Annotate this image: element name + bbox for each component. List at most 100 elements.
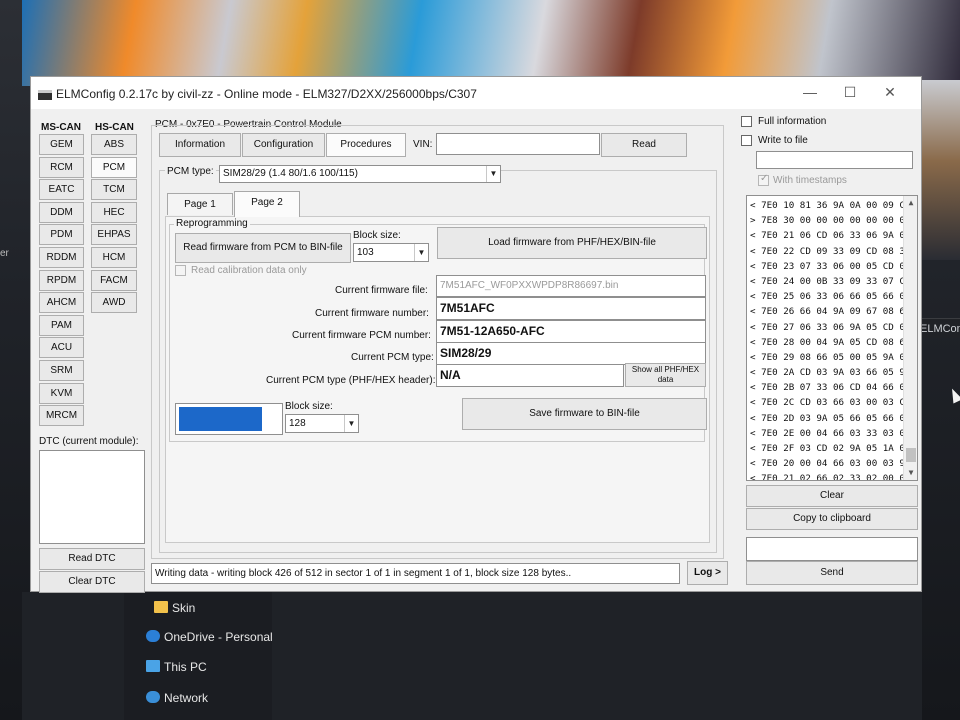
read-calibration-checkbox[interactable] [175, 265, 186, 276]
with-timestamps-checkbox[interactable]: ✓ [758, 173, 769, 186]
full-information-checkbox[interactable] [741, 116, 752, 127]
module-button-facm[interactable]: FACM [91, 269, 137, 291]
with-timestamps-label: With timestamps [773, 175, 847, 186]
module-button-srm[interactable]: SRM [39, 360, 84, 381]
module-button-rcm[interactable]: RCM [39, 156, 84, 178]
module-button-hec[interactable]: HEC [91, 201, 137, 223]
scroll-down-icon[interactable]: ▼ [904, 466, 917, 480]
current-pcm-type-label: Current PCM type: [351, 352, 434, 363]
save-firmware-button[interactable]: Save firmware to BIN-file [462, 398, 707, 430]
current-pcm-type-field: SIM28/29 [436, 342, 706, 365]
log-line: < 7E0 20 00 04 66 03 00 03 9A [750, 458, 911, 470]
send-button[interactable]: Send [746, 561, 918, 585]
vin-input[interactable] [436, 133, 600, 155]
log-line: < 7E0 23 07 33 06 00 05 CD 04 [750, 260, 911, 272]
module-button-pam[interactable]: PAM [39, 314, 84, 336]
explorer-item-skin[interactable]: Skin [154, 599, 195, 617]
tab-configuration[interactable]: Configuration [242, 133, 325, 157]
chevron-down-icon: ▼ [344, 415, 358, 432]
block-size-select[interactable]: 103 ▼ [353, 243, 429, 262]
module-button-awd[interactable]: AWD [91, 292, 137, 314]
module-button-gem[interactable]: GEM [39, 134, 84, 155]
log-toggle-button[interactable]: Log > [687, 561, 728, 585]
elmconfig-window: ELMConfig 0.2.17c by civil-zz - Online m… [30, 76, 922, 593]
read-firmware-button[interactable]: Read firmware from PCM to BIN-file [175, 233, 351, 263]
block-size2-select[interactable]: 128 ▼ [285, 414, 359, 433]
log-line: < 7E0 2E 00 04 66 03 33 03 00 [750, 427, 911, 439]
write-progress-bar [175, 403, 283, 435]
log-line: < 7E0 27 06 33 06 9A 05 CD 04 [750, 321, 911, 333]
block-size-label: Block size: [353, 230, 401, 241]
module-button-abs[interactable]: ABS [91, 134, 137, 155]
read-vin-button[interactable]: Read [601, 133, 687, 157]
module-button-rpdm[interactable]: RPDM [39, 269, 84, 291]
clear-log-button[interactable]: Clear [746, 485, 918, 507]
write-to-file-label: Write to file [758, 135, 808, 146]
explorer-item-network[interactable]: Network [146, 689, 208, 707]
module-button-tcm[interactable]: TCM [91, 179, 137, 201]
current-firmware-file-label: Current firmware file: [335, 285, 428, 296]
ms-can-header: MS-CAN [41, 122, 81, 133]
app-icon [38, 90, 52, 100]
folder-icon [154, 601, 168, 613]
read-dtc-button[interactable]: Read DTC [39, 548, 145, 570]
module-button-hcm[interactable]: HCM [91, 247, 137, 268]
explorer-item-onedrive[interactable]: OneDrive - Personal [146, 628, 273, 646]
log-line: < 7E0 22 CD 09 33 09 CD 08 33 [750, 245, 911, 257]
block-size2-label: Block size: [285, 401, 333, 412]
vin-label: VIN: [413, 139, 433, 150]
log-line: < 7E0 24 00 0B 33 09 33 07 CD [750, 275, 911, 287]
module-button-mrcm[interactable]: MRCM [39, 405, 84, 427]
network-icon [146, 691, 160, 703]
clear-dtc-button[interactable]: Clear DTC [39, 571, 145, 593]
module-button-ehpas[interactable]: EHPAS [91, 224, 137, 246]
module-button-acu[interactable]: ACU [39, 337, 84, 359]
module-button-ahcm[interactable]: AHCM [39, 292, 84, 314]
log-line: < 7E0 21 02 66 02 33 02 00 00 [750, 473, 911, 481]
log-file-path-input[interactable] [756, 151, 913, 169]
minimize-button[interactable]: — [793, 81, 827, 103]
full-information-label: Full information [758, 116, 827, 127]
module-button-pcm[interactable]: PCM [91, 156, 137, 178]
maximize-button[interactable]: ☐ [833, 81, 867, 103]
close-button[interactable]: ✕ [873, 81, 907, 103]
module-button-pdm[interactable]: PDM [39, 224, 84, 246]
tab-page-2[interactable]: Page 2 [234, 191, 300, 217]
status-text: Writing data - writing block 426 of 512 … [151, 563, 680, 584]
write-to-file-checkbox[interactable] [741, 135, 752, 146]
log-line: < 7E0 10 81 36 9A 0A 00 09 CD [750, 200, 911, 211]
copy-to-clipboard-button[interactable]: Copy to clipboard [746, 508, 918, 530]
scroll-thumb[interactable] [906, 448, 916, 462]
scroll-up-icon[interactable]: ▲ [904, 196, 917, 210]
title-bar[interactable]: ELMConfig 0.2.17c by civil-zz - Online m… [31, 77, 921, 109]
explorer-nav-pane: Skin OneDrive - Personal This PC Network [124, 592, 273, 720]
show-all-phf-hex-button[interactable]: Show all PHF/HEX data [625, 363, 706, 387]
tab-procedures[interactable]: Procedures [326, 133, 406, 157]
log-line: < 7E0 2F 03 CD 02 9A 05 1A 05 [750, 443, 911, 454]
dtc-list[interactable] [39, 450, 145, 544]
chevron-down-icon: ▼ [414, 244, 428, 261]
log-line: < 7E0 26 66 04 9A 09 67 08 67 [750, 306, 911, 318]
log-line: < 7E0 2B 07 33 06 CD 04 66 04 [750, 382, 911, 394]
module-button-kvm[interactable]: KVM [39, 382, 84, 404]
current-firmware-pcm-number-label: Current firmware PCM number: [292, 330, 431, 341]
module-button-eatc[interactable]: EATC [39, 179, 84, 201]
chevron-down-icon: ▼ [486, 166, 500, 182]
explorer-item-this-pc[interactable]: This PC [146, 658, 207, 676]
current-pcm-type-header-label: Current PCM type (PHF/HEX header): [266, 375, 436, 386]
send-command-input[interactable] [746, 537, 918, 561]
load-firmware-button[interactable]: Load firmware from PHF/HEX/BIN-file [437, 227, 707, 259]
can-log-list[interactable]: < 7E0 10 81 36 9A 0A 00 09 CD > 7E8 30 00… [746, 195, 918, 481]
module-button-rddm[interactable]: RDDM [39, 247, 84, 268]
module-button-ddm[interactable]: DDM [39, 201, 84, 223]
log-scrollbar[interactable]: ▲ ▼ [903, 196, 917, 480]
check-icon: ✓ [760, 173, 769, 184]
log-line: < 7E0 2A CD 03 9A 03 66 05 9A [750, 367, 911, 379]
log-line: > 7E8 30 00 00 00 00 00 00 00 [750, 215, 911, 227]
read-calibration-label: Read calibration data only [191, 265, 307, 276]
hs-can-header: HS-CAN [95, 122, 134, 133]
log-line: < 7E0 25 06 33 06 66 05 66 04 [750, 291, 911, 303]
tab-information[interactable]: Information [159, 133, 241, 157]
pcm-type-select[interactable]: SIM28/29 (1.4 80/1.6 100/115) ▼ [219, 165, 501, 183]
tab-page-1[interactable]: Page 1 [167, 193, 233, 215]
